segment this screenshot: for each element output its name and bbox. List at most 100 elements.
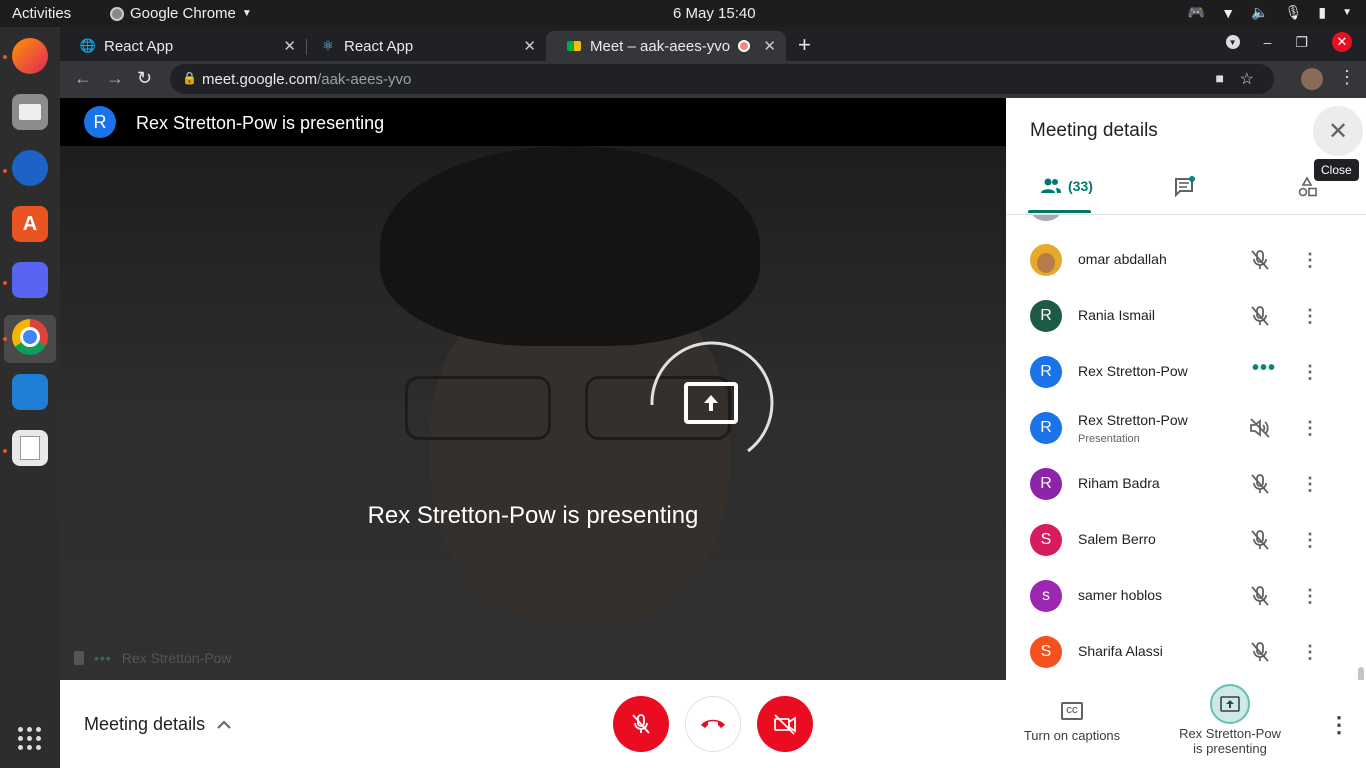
participant-more-icon[interactable]: ⋮ <box>1301 248 1319 272</box>
reload-icon[interactable]: ↻ <box>137 68 152 89</box>
participant-row[interactable]: R Rex Stretton-Pow Presentation ⋮ <box>1006 400 1356 456</box>
tab-close-icon[interactable]: ✕ <box>523 37 536 55</box>
react-icon: ⚛ <box>322 38 334 53</box>
document-viewer-icon[interactable] <box>12 430 48 466</box>
participant-name: samer hoblos <box>1078 587 1163 603</box>
close-tooltip: Close <box>1314 159 1359 181</box>
running-indicator <box>3 337 7 341</box>
browser-toolbar: ← → ↻ 🔒 meet.google.com/aak-aees-yvo ■ ☆… <box>60 61 1366 98</box>
maximize-icon[interactable]: ❐ <box>1295 34 1308 51</box>
participant-row[interactable]: S Sharifa Alassi ⋮ <box>1006 624 1356 680</box>
more-options-icon[interactable]: ⋮ <box>1328 712 1350 738</box>
participant-subtitle: Presentation <box>1078 433 1140 445</box>
chrome-icon <box>110 6 124 21</box>
thunderbird-icon[interactable] <box>12 150 48 186</box>
bookmark-star-icon[interactable]: ☆ <box>1240 69 1254 89</box>
panel-scrollbar[interactable] <box>1358 667 1364 680</box>
camera-in-use-icon[interactable]: ■ <box>1216 70 1224 86</box>
tab-people[interactable]: (33) <box>1040 178 1093 194</box>
profile-avatar[interactable] <box>1301 68 1323 90</box>
system-tray[interactable]: 🎮 ▼ 🔈 🎙 ▮ ▼ <box>1188 4 1352 21</box>
app-menu[interactable]: Google Chrome ▼ <box>110 5 252 22</box>
tab-meet[interactable]: Meet – aak-aees-yvo ✕ <box>546 31 786 61</box>
participant-avatar: R <box>1030 300 1062 332</box>
microphone-icon: 🎙 <box>1284 4 1303 20</box>
panel-close-button[interactable]: ✕ <box>1313 106 1363 156</box>
tab-title: React App <box>104 37 174 55</box>
window-close-icon[interactable]: ✕ <box>1332 32 1352 52</box>
camera-toggle-button[interactable] <box>757 696 813 752</box>
tab-react-app-1[interactable]: 🌐 React App ✕ <box>60 31 306 61</box>
presenter-avatar: R <box>84 106 116 138</box>
forward-icon[interactable]: → <box>106 68 124 89</box>
activities-button[interactable]: Activities <box>12 5 71 22</box>
discord-tray-icon: 🎮 <box>1187 4 1206 20</box>
participant-avatar: R <box>1030 356 1062 388</box>
participant-more-icon[interactable]: ⋮ <box>1301 528 1319 552</box>
address-bar[interactable]: 🔒 meet.google.com/aak-aees-yvo ■ ☆ <box>170 64 1274 94</box>
participant-row[interactable]: R Rex Stretton-Pow ••• ⋮ <box>1006 344 1356 400</box>
participant-name: omar abdallah <box>1078 251 1167 267</box>
participant-more-icon[interactable]: ⋮ <box>1301 304 1319 328</box>
tab-search-icon[interactable]: ▼ <box>1225 35 1240 49</box>
show-applications-icon[interactable] <box>18 727 42 751</box>
participant-photo <box>1030 244 1062 276</box>
participant-avatar-partial <box>1030 215 1062 221</box>
participant-more-icon[interactable]: ⋮ <box>1301 472 1319 496</box>
system-top-bar: Activities Google Chrome ▼ 6 May 15:40 🎮… <box>0 0 1366 27</box>
presenting-label-line2: is presenting <box>1193 741 1267 756</box>
browser-tab-strip: 🌐 React App ✕ ⚛ React App ✕ Meet – aak-a… <box>60 27 1366 61</box>
clock[interactable]: 6 May 15:40 <box>673 5 756 22</box>
volume-icon: 🔈 <box>1251 4 1269 20</box>
meeting-stage: R Rex Stretton-Pow is presenting Rex Str… <box>60 98 1006 680</box>
meeting-controls-bar: Meeting details CC Turn on captions Rex … <box>60 680 1366 768</box>
mic-off-icon <box>1251 530 1269 550</box>
participant-avatar: S <box>1030 636 1062 668</box>
captions-button[interactable]: CC Turn on captions <box>1012 702 1132 743</box>
presenting-label-line1: Rex Stretton-Pow <box>1179 726 1281 741</box>
tab-react-app-2[interactable]: ⚛ React App ✕ <box>300 31 546 61</box>
minimize-icon[interactable]: – <box>1264 34 1272 50</box>
people-icon <box>1041 178 1061 193</box>
chevron-up-icon <box>217 720 231 729</box>
participant-row[interactable]: omar abdallah ⋮ <box>1006 232 1356 288</box>
people-count: (33) <box>1068 178 1093 194</box>
tab-close-icon[interactable]: ✕ <box>763 37 776 55</box>
discord-icon[interactable] <box>12 262 48 298</box>
url-text: meet.google.com/aak-aees-yvo <box>202 71 412 88</box>
leave-call-button[interactable] <box>685 696 741 752</box>
participant-row[interactable]: S Salem Berro ⋮ <box>1006 512 1356 568</box>
chrome-dock-icon[interactable] <box>12 319 48 355</box>
participant-more-icon[interactable]: ⋮ <box>1301 416 1319 440</box>
running-indicator <box>3 449 7 453</box>
software-center-icon[interactable]: A <box>12 206 48 242</box>
files-icon[interactable] <box>12 94 48 130</box>
mic-toggle-button[interactable] <box>613 696 669 752</box>
participant-row[interactable]: s samer hoblos ⋮ <box>1006 568 1356 624</box>
back-icon[interactable]: ← <box>74 68 92 89</box>
participant-name: Rania Ismail <box>1078 307 1156 323</box>
chevron-down-icon: ▼ <box>241 8 252 19</box>
pin-icon[interactable] <box>74 651 84 665</box>
presenting-button[interactable]: Rex Stretton-Pow is presenting <box>1165 680 1295 756</box>
participant-more-icon[interactable]: ⋮ <box>1301 360 1319 384</box>
meeting-details-toggle[interactable]: Meeting details <box>84 714 231 735</box>
participant-row[interactable]: R Rania Ismail ⋮ <box>1006 288 1356 344</box>
tab-chat[interactable] <box>1174 176 1196 198</box>
active-tab-underline <box>1028 210 1091 213</box>
mic-off-icon <box>632 714 650 734</box>
participant-row[interactable]: R Riham Badra ⋮ <box>1006 456 1356 512</box>
participant-more-icon[interactable]: ⋮ <box>1301 584 1319 608</box>
vscode-icon[interactable] <box>12 374 48 410</box>
tab-close-icon[interactable]: ✕ <box>283 37 296 55</box>
participant-more-icon[interactable]: ⋮ <box>1301 640 1319 664</box>
presenting-overlay-text: Rex Stretton-Pow is presenting <box>367 502 699 529</box>
lock-icon[interactable]: 🔒 <box>182 71 197 85</box>
browser-menu-icon[interactable]: ⋮ <box>1338 67 1356 88</box>
new-tab-icon[interactable]: + <box>798 32 811 58</box>
participant-avatar: R <box>1030 412 1062 444</box>
participant-avatar: R <box>1030 468 1062 500</box>
participant-name: Salem Berro <box>1078 531 1156 547</box>
tab-title: Meet – aak-aees-yvo <box>590 37 731 55</box>
firefox-icon[interactable] <box>12 38 48 74</box>
